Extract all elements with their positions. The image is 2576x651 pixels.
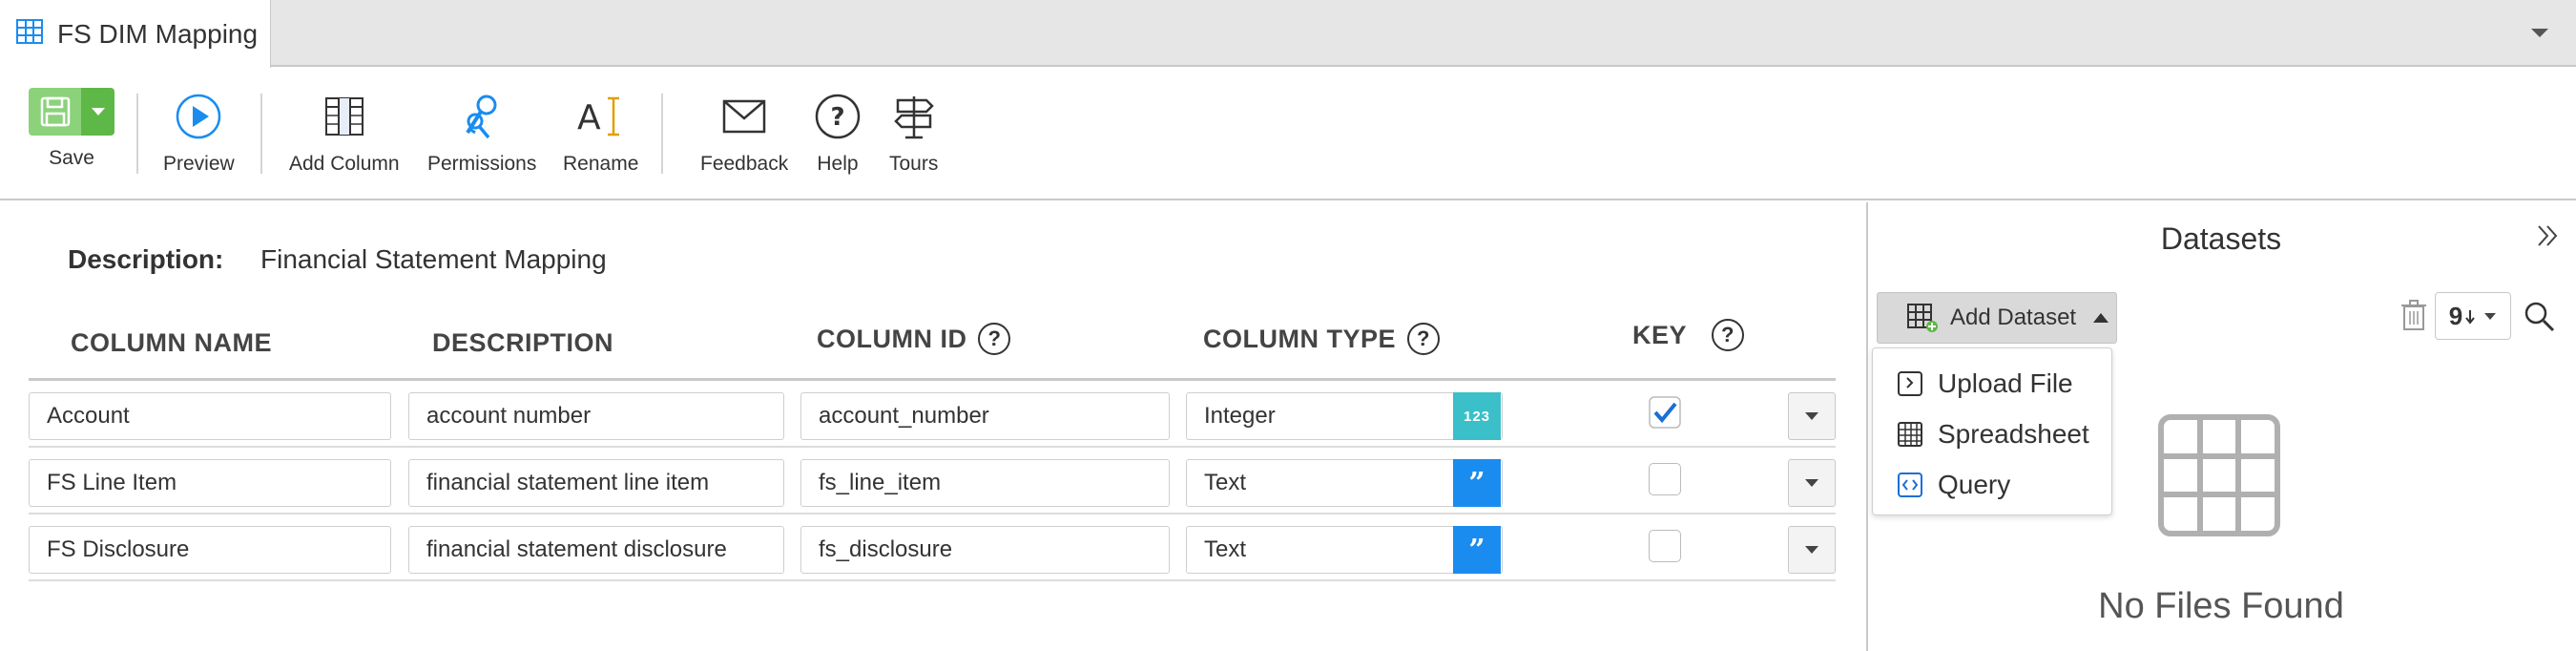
add-dataset-menu: Upload File Spreadsheet Query: [1872, 347, 2112, 515]
add-column-label: Add Column: [289, 153, 400, 175]
text-type-icon: ”: [1453, 526, 1501, 574]
feedback-button[interactable]: Feedback: [700, 90, 788, 195]
save-label: Save: [49, 147, 94, 169]
spreadsheet-icon: [1896, 420, 1924, 449]
table-row: Account account number account_number In…: [29, 381, 1836, 448]
tours-label: Tours: [889, 153, 939, 175]
keys-icon: [460, 90, 504, 143]
key-checkbox[interactable]: [1649, 396, 1681, 429]
feedback-label: Feedback: [700, 153, 789, 175]
column-description-input[interactable]: account number: [408, 392, 784, 440]
table-row: FS Line Item financial statement line it…: [29, 448, 1836, 514]
chevron-down-icon[interactable]: [2528, 23, 2551, 42]
menu-item-label: Spreadsheet: [1938, 418, 2089, 449]
description-label: Description:: [68, 244, 224, 274]
signpost-icon: [892, 90, 936, 143]
table-row: FS Disclosure financial statement disclo…: [29, 514, 1836, 581]
menu-item-upload-file[interactable]: Upload File: [1873, 358, 2111, 409]
double-chevron-right-icon[interactable]: [2534, 221, 2563, 250]
help-label: Help: [817, 153, 859, 175]
header-key: KEY?: [1632, 319, 1745, 351]
question-circle-icon: ?: [814, 90, 862, 143]
menu-item-query[interactable]: Query: [1873, 459, 2111, 510]
menu-item-label: Upload File: [1938, 368, 2073, 398]
sort-down-arrow-icon: [2464, 306, 2476, 326]
permissions-label: Permissions: [427, 153, 537, 175]
rename-label: Rename: [563, 153, 639, 175]
upload-file-icon: [1896, 369, 1924, 398]
header-column-id: COLUMN ID?: [817, 323, 1011, 355]
column-description-input[interactable]: financial statement disclosure: [408, 526, 784, 574]
question-circle-icon[interactable]: ?: [1407, 323, 1441, 355]
permissions-button[interactable]: Permissions: [427, 90, 536, 195]
play-circle-icon: [175, 90, 222, 143]
menu-item-label: Query: [1938, 469, 2011, 499]
rename-text-cursor-icon: A: [575, 90, 627, 143]
column-editor: Description: Financial Statement Mapping…: [0, 202, 1866, 651]
description-value[interactable]: Financial Statement Mapping: [260, 244, 607, 275]
row-menu-button[interactable]: [1788, 392, 1836, 440]
svg-text:?: ?: [830, 103, 844, 132]
caret-up-icon: [2093, 313, 2109, 323]
column-id-input[interactable]: account_number: [800, 392, 1170, 440]
table-icon: [15, 17, 44, 51]
row-menu-button[interactable]: [1788, 526, 1836, 574]
preview-button[interactable]: Preview: [163, 90, 235, 195]
preview-label: Preview: [163, 153, 235, 175]
add-dataset-button[interactable]: Add Dataset: [1877, 292, 2117, 344]
header-column-name: COLUMN NAME: [71, 328, 272, 358]
datasets-title: Datasets: [2160, 221, 2282, 256]
row-menu-button[interactable]: [1788, 459, 1836, 507]
add-column-button[interactable]: Add Column: [289, 90, 400, 195]
header-description: DESCRIPTION: [432, 328, 613, 358]
header-description-label: DESCRIPTION: [432, 328, 614, 357]
integer-type-icon: 123: [1453, 392, 1501, 440]
search-icon[interactable]: [2523, 300, 2557, 334]
column-id-input[interactable]: fs_disclosure: [800, 526, 1170, 574]
column-description-input[interactable]: financial statement line item: [408, 459, 784, 507]
toolbar: Save Preview Add Column Permissions A Re…: [0, 69, 2576, 200]
datasets-panel: Datasets Add Dataset 9 Upload File Sprea…: [1866, 202, 2576, 651]
help-button[interactable]: ? Help: [814, 90, 862, 195]
header-column-id-label: COLUMN ID: [817, 324, 967, 353]
sort-button[interactable]: 9: [2435, 292, 2511, 340]
toolbar-divider: [661, 94, 663, 174]
question-circle-icon[interactable]: ?: [1712, 319, 1745, 351]
column-name-input[interactable]: FS Disclosure: [29, 526, 391, 574]
tab-fs-dim-mapping[interactable]: FS DIM Mapping: [0, 0, 271, 68]
query-code-icon: [1896, 471, 1924, 499]
header-column-name-label: COLUMN NAME: [71, 328, 272, 357]
text-type-icon: ”: [1453, 459, 1501, 507]
column-id-input[interactable]: fs_line_item: [800, 459, 1170, 507]
tab-title: FS DIM Mapping: [57, 18, 259, 49]
header-key-label: KEY: [1632, 320, 1688, 349]
empty-grid-icon: [2158, 414, 2280, 536]
column-name-input[interactable]: FS Line Item: [29, 459, 391, 507]
chevron-down-icon: [2483, 311, 2497, 321]
toolbar-divider: [260, 94, 262, 174]
save-dropdown-caret-icon[interactable]: [81, 88, 114, 136]
menu-item-spreadsheet[interactable]: Spreadsheet: [1873, 409, 2111, 459]
trash-icon[interactable]: [2399, 298, 2429, 332]
add-dataset-label: Add Dataset: [1950, 304, 2077, 330]
add-table-icon: [1906, 303, 1939, 333]
question-circle-icon[interactable]: ?: [978, 323, 1011, 355]
tab-bar: FS DIM Mapping: [0, 0, 2576, 68]
svg-text:A: A: [577, 98, 601, 137]
empty-state-text: No Files Found: [2098, 586, 2344, 626]
column-name-input[interactable]: Account: [29, 392, 391, 440]
header-column-type-label: COLUMN TYPE: [1203, 324, 1397, 353]
add-column-icon: [322, 90, 366, 143]
key-checkbox[interactable]: [1649, 463, 1681, 495]
toolbar-divider: [136, 94, 138, 174]
envelope-icon: [721, 90, 767, 143]
floppy-disk-icon[interactable]: [29, 88, 81, 136]
sort-label: 9: [2448, 301, 2463, 330]
rename-button[interactable]: A Rename: [563, 90, 638, 195]
save-button[interactable]: [29, 88, 114, 136]
key-checkbox[interactable]: [1649, 530, 1681, 562]
tours-button[interactable]: Tours: [889, 90, 938, 195]
header-column-type: COLUMN TYPE?: [1203, 323, 1441, 355]
